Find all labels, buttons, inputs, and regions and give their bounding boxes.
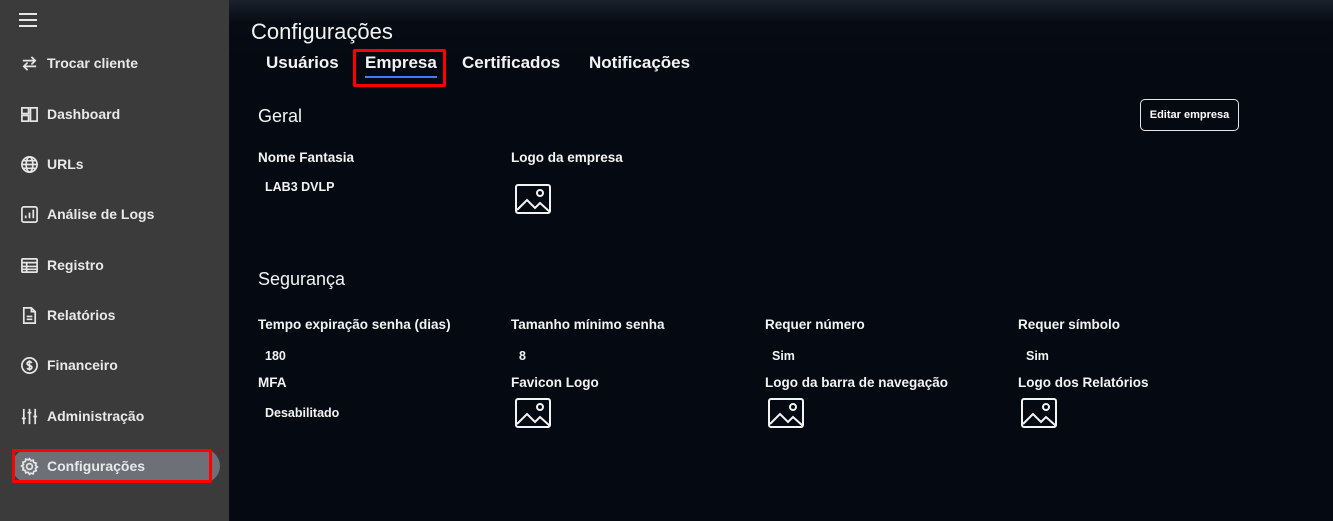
sidebar-item-label: Dashboard bbox=[47, 106, 121, 122]
image-placeholder-icon[interactable] bbox=[514, 183, 552, 215]
table-icon bbox=[19, 255, 39, 275]
sidebar-item-label: Administração bbox=[47, 408, 145, 424]
favicon-logo-label: Favicon Logo bbox=[511, 375, 599, 390]
tempo-expiracao-label: Tempo expiração senha (dias) bbox=[258, 317, 451, 332]
image-placeholder-icon[interactable] bbox=[767, 397, 805, 429]
sidebar-item-registro[interactable]: Registro bbox=[12, 248, 220, 282]
gear-icon bbox=[19, 456, 39, 476]
sidebar-item-label: Registro bbox=[47, 257, 104, 273]
sidebar-item-configuracoes[interactable]: Configurações bbox=[12, 449, 220, 483]
sidebar: Trocar cliente Dashboard URLs Análise de… bbox=[0, 0, 229, 521]
page-title: Configurações bbox=[251, 19, 393, 44]
bar-chart-icon bbox=[19, 204, 39, 224]
tempo-expiracao-value: 180 bbox=[265, 349, 286, 363]
section-title-geral: Geral bbox=[258, 106, 303, 126]
sidebar-item-label: Financeiro bbox=[47, 357, 118, 373]
document-icon bbox=[19, 305, 39, 325]
image-placeholder-icon[interactable] bbox=[1020, 397, 1058, 429]
tamanho-minimo-value: 8 bbox=[519, 349, 526, 363]
sidebar-item-label: Relatórios bbox=[47, 307, 116, 323]
main-content: Configurações Usuários Empresa Certifica… bbox=[229, 0, 1333, 521]
tamanho-minimo-label: Tamanho mínimo senha bbox=[511, 317, 665, 332]
edit-company-button[interactable]: Editar empresa bbox=[1140, 99, 1239, 131]
sidebar-item-urls[interactable]: URLs bbox=[12, 147, 220, 181]
mfa-label: MFA bbox=[258, 375, 287, 390]
tab-notificacoes[interactable]: Notificações bbox=[589, 53, 690, 73]
sidebar-item-analise-de-logs[interactable]: Análise de Logs bbox=[12, 197, 220, 231]
sidebar-item-trocar-cliente[interactable]: Trocar cliente bbox=[12, 46, 220, 80]
requer-numero-label: Requer número bbox=[765, 317, 865, 332]
nome-fantasia-label: Nome Fantasia bbox=[258, 150, 355, 165]
dollar-icon bbox=[19, 355, 39, 375]
tab-certificados[interactable]: Certificados bbox=[462, 53, 560, 73]
sliders-icon bbox=[19, 406, 39, 426]
nome-fantasia-value: LAB3 DVLP bbox=[265, 180, 335, 194]
reports-logo-label: Logo dos Relatórios bbox=[1018, 375, 1149, 390]
sidebar-item-label: URLs bbox=[47, 156, 84, 172]
navbar-logo-label: Logo da barra de navegação bbox=[765, 375, 949, 390]
sidebar-item-dashboard[interactable]: Dashboard bbox=[12, 97, 220, 131]
requer-numero-value: Sim bbox=[772, 349, 795, 363]
sidebar-item-label: Análise de Logs bbox=[47, 206, 155, 222]
menu-icon[interactable] bbox=[19, 13, 37, 27]
swap-arrows-icon bbox=[19, 53, 39, 73]
requer-simbolo-label: Requer símbolo bbox=[1018, 317, 1121, 332]
tab-empresa[interactable]: Empresa bbox=[365, 53, 437, 78]
sidebar-item-label: Configurações bbox=[47, 458, 146, 474]
sidebar-item-label: Trocar cliente bbox=[47, 55, 139, 71]
section-title-seguranca: Segurança bbox=[258, 269, 346, 289]
dashboard-icon bbox=[19, 104, 39, 124]
sidebar-item-relatorios[interactable]: Relatórios bbox=[12, 298, 220, 332]
sidebar-item-administracao[interactable]: Administração bbox=[12, 399, 220, 433]
tab-usuarios[interactable]: Usuários bbox=[266, 53, 339, 73]
logo-empresa-label: Logo da empresa bbox=[511, 150, 623, 165]
globe-icon bbox=[19, 154, 39, 174]
sidebar-item-financeiro[interactable]: Financeiro bbox=[12, 348, 220, 382]
requer-simbolo-value: Sim bbox=[1026, 349, 1049, 363]
image-placeholder-icon[interactable] bbox=[514, 397, 552, 429]
mfa-value: Desabilitado bbox=[265, 406, 340, 420]
